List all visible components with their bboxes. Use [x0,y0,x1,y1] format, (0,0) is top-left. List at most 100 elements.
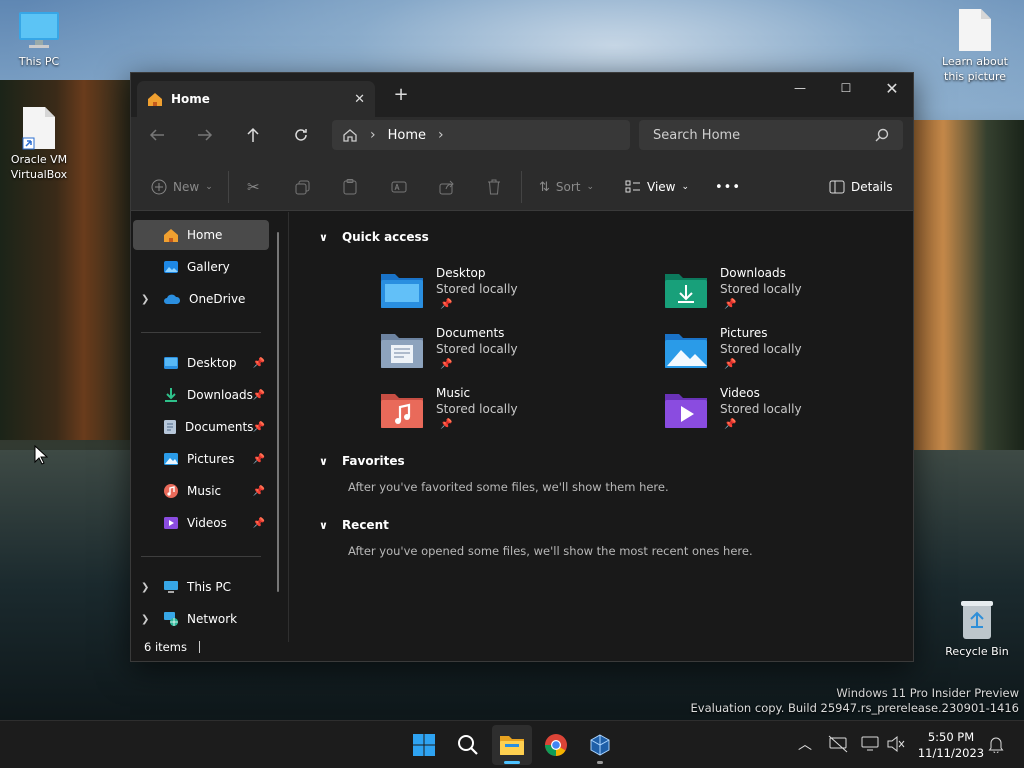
nav-item-home[interactable]: Home [133,220,269,250]
new-tab-button[interactable]: + [389,85,413,107]
home-outline-icon [343,129,357,142]
recycle-bin-icon [956,598,998,642]
section-header-quick-access[interactable]: ∨ Quick access [319,230,429,244]
quick-access-pictures[interactable]: Pictures Stored locally 📌 [663,326,903,384]
pin-icon: 📌 [252,389,265,401]
nav-scrollbar[interactable] [277,232,279,592]
nav-item-pictures[interactable]: Pictures 📌 [133,444,269,474]
sort-button[interactable]: ⇅ Sort ⌄ [539,175,594,199]
status-bar: 6 items [131,633,913,661]
pin-icon: 📌 [724,419,737,430]
details-pane-button[interactable]: Details [829,175,893,199]
nav-item-desktop[interactable]: Desktop 📌 [133,348,269,378]
nav-item-documents[interactable]: Documents 📌 [133,412,269,442]
chevron-down-icon: ∨ [319,518,328,532]
taskbar-chrome[interactable] [536,725,576,765]
taskbar-clock[interactable]: 5:50 PM 11/11/2023 [914,729,988,761]
rename-button[interactable] [391,175,407,199]
taskbar-file-explorer[interactable] [492,725,532,765]
copy-button[interactable] [295,175,310,199]
start-button[interactable] [404,725,444,765]
tab-home[interactable]: Home ✕ [137,81,375,117]
pin-icon: 📌 [252,517,265,529]
nav-item-music[interactable]: Music 📌 [133,476,269,506]
share-icon [439,180,454,194]
mouse-cursor-icon [34,445,48,465]
volume-muted-icon[interactable] [886,735,906,753]
quick-access-videos[interactable]: Videos Stored locally 📌 [663,386,903,444]
nav-item-onedrive[interactable]: ❯ OneDrive [133,284,269,314]
monitor-icon[interactable] [860,735,880,753]
delete-button[interactable] [487,175,501,199]
trash-icon [488,179,500,195]
arrow-left-icon [149,129,164,141]
gallery-icon [164,261,178,273]
file-icon [954,8,996,52]
command-separator [228,171,229,203]
notification-bell-icon[interactable] [988,735,1004,753]
music-folder-icon [164,484,178,498]
search-placeholder: Search Home [653,127,741,143]
quick-access-documents[interactable]: Documents Stored locally 📌 [379,326,619,384]
desktop-icon-label: Learn about this picture [942,55,1008,83]
desktop-icon-learn-picture[interactable]: Learn about this picture [940,8,1010,84]
item-count: 6 items [144,640,187,654]
search-icon [458,735,478,755]
section-header-recent[interactable]: ∨ Recent [319,518,389,532]
more-options-button[interactable]: ••• [715,175,741,199]
share-button[interactable] [439,175,455,199]
forward-button[interactable] [189,120,221,150]
taskbar-search-button[interactable] [448,725,488,765]
chevron-right-icon[interactable]: ❯ [141,614,149,625]
breadcrumb-chevron[interactable]: › [438,127,444,143]
show-hidden-icons-button[interactable]: ︿ [798,734,812,754]
chevron-right-icon[interactable]: ❯ [141,294,149,305]
refresh-button[interactable] [285,120,317,150]
tab-close-button[interactable]: ✕ [354,92,365,107]
pin-icon: 📌 [252,453,265,465]
new-button[interactable]: New ⌄ [151,175,213,199]
section-header-favorites[interactable]: ∨ Favorites [319,454,405,468]
quick-access-music[interactable]: Music Stored locally 📌 [379,386,619,444]
paste-button[interactable] [343,175,357,199]
virtualbox-icon [590,734,610,756]
search-input[interactable]: Search Home [639,120,903,150]
close-window-button[interactable]: ✕ [869,73,915,103]
pin-icon: 📌 [252,485,265,497]
home-content: ∨ Quick access Desktop Stored locally 📌 … [291,212,911,632]
file-explorer-window: Home ✕ + — ☐ ✕ › Home › Search Home New … [130,72,914,662]
view-button[interactable]: View ⌄ [625,175,689,199]
breadcrumb-home[interactable]: Home [388,128,426,143]
computer-icon [164,581,178,593]
minimize-button[interactable]: — [777,73,823,103]
desktop-icon-this-pc[interactable]: This PC [6,8,72,69]
clock-time: 5:50 PM [927,730,975,744]
home-icon [164,229,178,242]
up-button[interactable] [237,120,269,150]
quick-access-downloads[interactable]: Downloads Stored locally 📌 [663,266,903,324]
nav-item-videos[interactable]: Videos 📌 [133,508,269,538]
back-button[interactable] [141,120,173,150]
nav-item-network[interactable]: ❯ Network [133,604,269,634]
refresh-icon [295,129,307,141]
nav-divider [141,556,261,557]
nav-item-gallery[interactable]: Gallery [133,252,269,282]
taskbar-virtualbox[interactable] [580,725,620,765]
desktop-icon-recycle-bin[interactable]: Recycle Bin [942,598,1012,659]
desktop-icon-label: Recycle Bin [945,645,1009,658]
nav-item-this-pc[interactable]: ❯ This PC [133,572,269,602]
sort-icon: ⇅ [539,179,550,195]
desktop-icon-virtualbox[interactable]: Oracle VM VirtualBox [6,106,72,182]
network-disconnected-icon[interactable] [828,735,848,753]
quick-access-desktop[interactable]: Desktop Stored locally 📌 [379,266,619,324]
command-separator [521,171,522,203]
nav-item-downloads[interactable]: Downloads 📌 [133,380,269,410]
active-app-indicator [504,761,520,764]
cut-button[interactable]: ✂ [247,175,260,199]
running-app-indicator [597,761,603,764]
maximize-button[interactable]: ☐ [823,73,869,103]
address-bar[interactable]: › Home › [332,120,630,150]
pane-divider[interactable] [288,212,289,642]
pin-icon: 📌 [440,419,453,430]
chevron-right-icon[interactable]: ❯ [141,582,149,593]
